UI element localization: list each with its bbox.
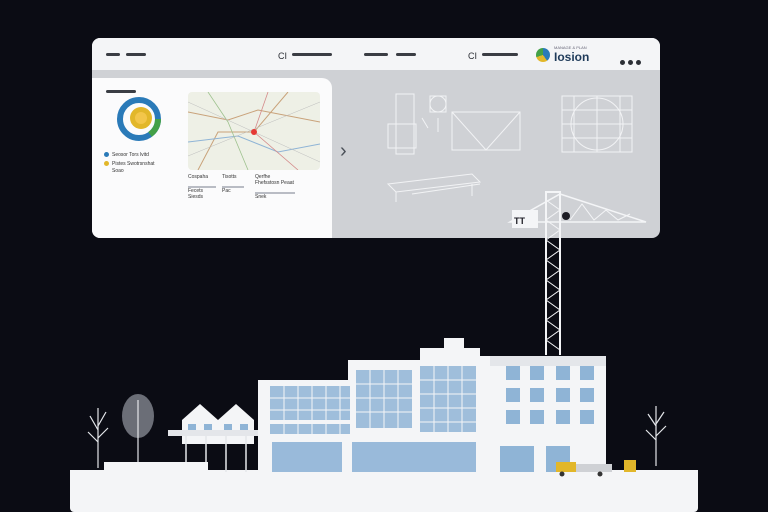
legend-label: Soao [112,168,124,174]
map-view[interactable] [188,92,320,170]
legend-dot-icon [104,161,109,167]
legend-item-1: Seosor Tors lvitd [104,152,149,158]
nav-dash[interactable] [126,53,146,56]
more-options-icon[interactable] [620,52,644,70]
brand-logo-icon [536,48,550,62]
legend-label: Pistes Swotrsnshat [112,161,155,167]
nav-dash-2[interactable] [364,53,388,56]
construction-scene: TT [87,191,667,477]
legend-label: Seosor Tors lvitd [112,152,149,158]
title-dash [292,53,332,56]
floor-plan-sketch [561,95,633,153]
legend-item-3: Soao [112,168,124,174]
menu-dash-icon[interactable] [106,53,120,56]
nav-dash-3[interactable] [396,53,416,56]
nav-dash-4[interactable] [482,53,518,56]
brand-name[interactable]: Iosion [554,50,589,64]
chevron-right-icon[interactable]: › [340,140,347,163]
legend-item-2: Pistes Swotrsnshat [104,161,155,167]
map-graphic [188,92,320,170]
crane-label: TT [514,216,525,226]
top-bar: CI CI MANAGE & PLAN Iosion [92,38,660,70]
header-left-text: CI [278,51,287,61]
crane-graphic [507,191,647,355]
legend-dot-icon [104,152,109,158]
card-title-dash [106,90,136,93]
header-mid-text: CI [468,51,477,61]
donut-chart [117,97,161,141]
